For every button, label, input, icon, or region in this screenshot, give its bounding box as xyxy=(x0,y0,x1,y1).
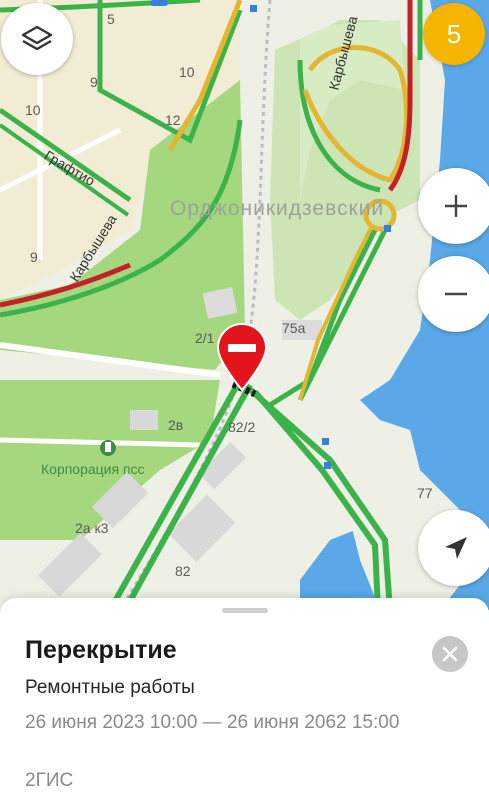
sheet-drag-handle[interactable] xyxy=(222,608,268,613)
zoom-out-button[interactable] xyxy=(418,256,489,332)
event-title: Перекрытие xyxy=(25,636,177,664)
district-label: Орджоникидзевский xyxy=(170,197,385,220)
house-number: 2а к3 xyxy=(75,520,109,536)
house-number: 2в xyxy=(168,417,184,433)
event-source: 2ГИС xyxy=(25,770,74,791)
layers-button[interactable] xyxy=(1,3,73,75)
road-closed-icon xyxy=(216,322,268,392)
house-number: 75а xyxy=(282,320,306,336)
house-number: 82/2 xyxy=(228,419,256,435)
house-number: 77 xyxy=(417,485,433,501)
house-number: 12 xyxy=(165,112,181,128)
minus-icon xyxy=(445,292,467,296)
event-subtitle: Ремонтные работы xyxy=(25,677,195,698)
house-number: 10 xyxy=(179,64,195,80)
notifications-badge[interactable]: 5 xyxy=(423,3,485,65)
road-closed-marker[interactable] xyxy=(214,322,270,392)
house-number: 9 xyxy=(30,249,38,265)
map-canvas xyxy=(0,0,489,610)
plus-icon xyxy=(445,195,467,217)
house-number: 5 xyxy=(107,11,115,27)
house-number: 82 xyxy=(175,563,191,579)
event-dates: 26 июня 2023 10:00 — 26 июня 2062 15:00 xyxy=(25,712,400,733)
house-number: 2/1 xyxy=(195,330,215,346)
close-icon xyxy=(442,646,458,662)
my-location-button[interactable] xyxy=(418,510,489,586)
house-number: 10 xyxy=(25,102,41,118)
zoom-in-button[interactable] xyxy=(418,168,489,244)
poi-label[interactable]: Корпорация псс xyxy=(41,461,145,477)
layers-icon xyxy=(21,25,53,51)
map-view[interactable]: 5 10 9 10 12 9 2/1 75а 2в 82/2 2а к3 82 … xyxy=(0,0,489,610)
event-details-sheet[interactable]: Перекрытие Ремонтные работы 26 июня 2023… xyxy=(0,598,489,800)
close-button[interactable] xyxy=(432,636,468,672)
house-number: 9 xyxy=(90,74,98,90)
navigation-arrow-icon xyxy=(445,537,467,559)
